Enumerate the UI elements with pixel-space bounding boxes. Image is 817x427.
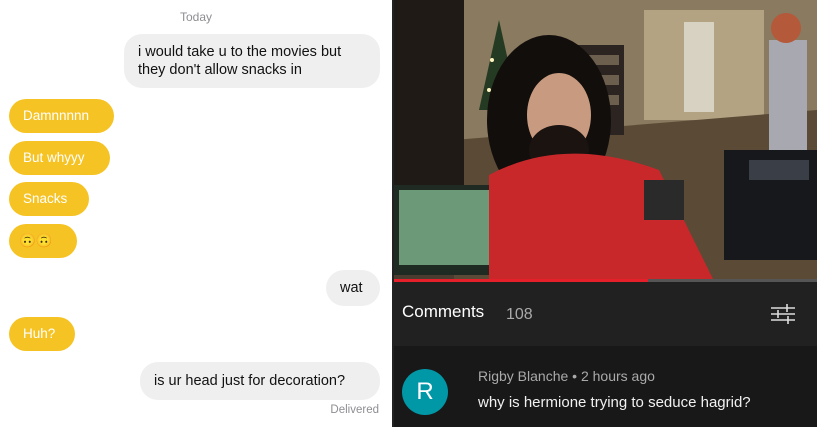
incoming-message[interactable]: 🙃🙃 [9,224,77,258]
date-separator: Today [179,10,213,24]
comments-header: Comments 108 [394,282,817,346]
video-player[interactable] [394,0,817,281]
comments-count: 108 [506,306,533,323]
message-text: Huh? [23,326,56,341]
incoming-message[interactable]: But whyyy [9,141,110,175]
avatar[interactable]: R [402,369,448,415]
comments-title: Comments [402,302,485,321]
outgoing-message[interactable]: wat [326,270,380,306]
sort-filter-icon-glyph [771,304,795,324]
chat-panel: Today i would take u to the movies but t… [0,0,392,427]
comment-text: why is hermione trying to seduce hagrid? [478,394,751,411]
outgoing-message[interactable]: is ur head just for decoration? [140,362,380,400]
message-text: Damnnnnn [23,108,90,123]
comment-time: 2 hours ago [580,368,655,384]
video-frame [394,0,817,281]
message-text: wat [340,280,363,296]
incoming-message[interactable]: Huh? [9,317,75,351]
sort-filter-icon[interactable] [769,302,797,326]
outgoing-message[interactable]: i would take u to the movies but they do… [124,34,380,88]
incoming-message[interactable]: Snacks [9,182,89,216]
meta-separator: • [572,368,578,384]
message-text: But whyyy [23,150,85,165]
message-text: Snacks [23,191,68,206]
video-panel: Comments 108 R Rigby Blanche • 2 hours a… [392,0,817,427]
delivery-status: Delivered [330,404,379,416]
comment-meta: Rigby Blanche • 2 hours ago [478,368,655,384]
comment-item[interactable]: R Rigby Blanche • 2 hours ago why is her… [394,346,817,427]
incoming-message[interactable]: Damnnnnn [9,99,114,133]
message-text: i would take u to the movies but they do… [138,44,342,78]
message-text: is ur head just for decoration? [154,373,346,389]
comment-author[interactable]: Rigby Blanche [478,368,568,384]
emoji-text: 🙃🙃 [19,233,53,248]
